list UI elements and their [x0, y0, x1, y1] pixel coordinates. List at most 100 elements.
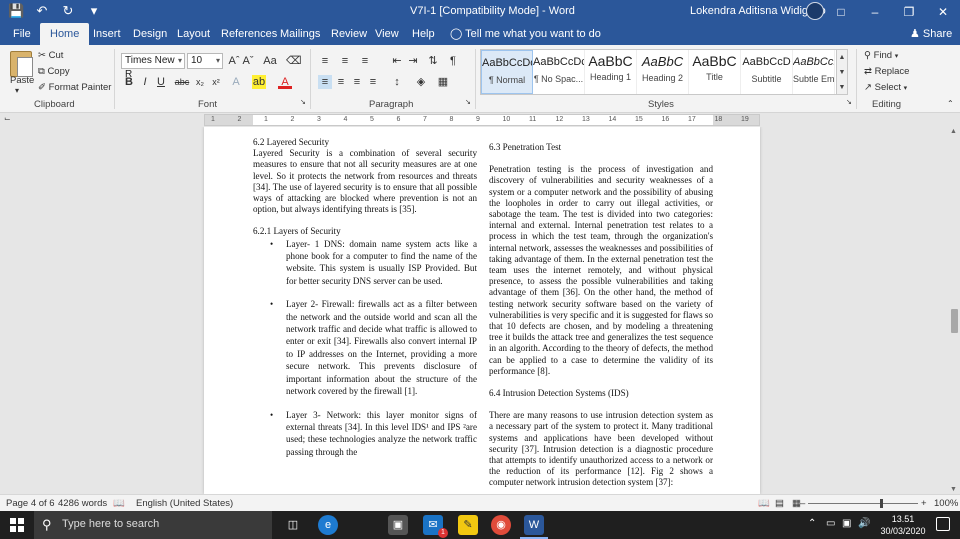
paste-button[interactable]: Paste — [10, 75, 34, 86]
print-layout-icon[interactable]: ▤ — [775, 498, 784, 509]
zoom-slider-knob[interactable] — [880, 499, 883, 508]
style-no-spacing[interactable]: AaBbCcDc ¶ No Spac... — [533, 50, 585, 94]
customize-icon[interactable]: ▾ — [86, 3, 102, 19]
tab-view[interactable]: View — [375, 23, 399, 45]
font-dialog-launcher-icon[interactable]: ↘ — [300, 98, 306, 106]
list-item[interactable]: Layer 3- Network: this layer monitor sig… — [253, 409, 477, 459]
paragraph[interactable]: There are many reasons to use intrusion … — [489, 410, 713, 488]
copy-button[interactable]: ⧉ Copy — [38, 66, 70, 77]
scroll-down-icon[interactable]: ▼ — [950, 486, 957, 493]
sticky-notes-icon[interactable]: ✎ — [458, 515, 478, 535]
styles-scroll[interactable]: ▲ ▼ ▼ — [836, 49, 848, 95]
tab-help[interactable]: Help — [412, 23, 435, 45]
tab-layout[interactable]: Layout — [177, 23, 210, 45]
text-effects-icon[interactable]: A — [229, 75, 243, 89]
tab-mailings[interactable]: Mailings — [280, 23, 320, 45]
page-count[interactable]: Page 4 of 6 — [6, 498, 55, 509]
tell-me-box[interactable]: ◯ Tell me what you want to do — [450, 23, 601, 45]
paragraph[interactable]: Layered Security is a combination of sev… — [253, 148, 477, 215]
format-painter-button[interactable]: ✐ Format Painter — [38, 82, 111, 93]
scroll-thumb[interactable] — [951, 309, 958, 333]
undo-icon[interactable]: ↶ — [34, 3, 50, 19]
multilevel-list-icon[interactable]: ≡ — [358, 54, 372, 68]
zoom-out-icon[interactable]: – — [800, 498, 805, 509]
section-heading[interactable]: 6.4 Intrusion Detection Systems (IDS) — [489, 388, 713, 399]
show-hidden-icons[interactable]: ⌃ — [808, 518, 816, 529]
system-clock[interactable]: 13.51 30/03/2020 — [880, 513, 926, 537]
tab-references[interactable]: References — [221, 23, 277, 45]
scroll-up-icon[interactable]: ▲ — [950, 128, 957, 135]
proofing-icon[interactable]: 📖 — [113, 498, 125, 509]
align-center-icon[interactable]: ≡ — [334, 75, 348, 89]
style-subtle-emphasis[interactable]: AaBbCcDc Subtle Em... — [793, 50, 835, 94]
strikethrough-icon[interactable]: abc — [173, 75, 191, 89]
tab-selector-icon[interactable]: ⌙ — [4, 114, 14, 124]
horizontal-ruler[interactable]: 1 2 1 2 3 4 5 6 7 8 9 10 11 12 13 14 15 16 17 18 19 — [204, 114, 760, 126]
style-heading-2[interactable]: AaBbC Heading 2 — [637, 50, 689, 94]
tab-file[interactable]: File — [13, 23, 31, 45]
find-button[interactable]: ⚲ Find ▾ — [864, 50, 898, 61]
superscript-icon[interactable]: x² — [209, 75, 223, 89]
underline-icon[interactable]: U — [154, 75, 168, 89]
word-icon[interactable]: W — [520, 515, 548, 539]
section-heading[interactable]: 6.2.1 Layers of Security — [253, 226, 477, 237]
tab-review[interactable]: Review — [331, 23, 367, 45]
section-heading[interactable]: 6.2 Layered Security — [253, 137, 477, 148]
paste-dropdown-icon[interactable]: ▾ — [15, 86, 19, 95]
bold-icon[interactable]: B — [122, 75, 136, 89]
list-item[interactable]: Layer- 1 DNS: domain name system acts li… — [253, 238, 477, 288]
word-count[interactable]: 4286 words — [58, 498, 107, 509]
zoom-slider[interactable] — [808, 503, 918, 504]
font-family-select[interactable]: Times New R ▾ — [121, 53, 185, 80]
shading-icon[interactable]: ◈ — [414, 75, 428, 89]
highlight-icon[interactable]: ab — [252, 75, 266, 89]
style-heading-1[interactable]: AaBbC Heading 1 — [585, 50, 637, 94]
zoom-in-icon[interactable]: + — [921, 498, 927, 509]
select-button[interactable]: ↗ Select ▾ — [864, 82, 907, 93]
vertical-scrollbar[interactable]: ▲ ▼ — [948, 127, 960, 494]
restore-icon[interactable]: ❐ — [892, 0, 926, 23]
windows-start-icon[interactable] — [10, 518, 24, 532]
clear-formatting-icon[interactable]: ⌫ — [286, 54, 302, 68]
bullets-icon[interactable]: ≡ — [318, 54, 332, 68]
network-icon[interactable]: ▣ — [842, 518, 851, 529]
style-normal[interactable]: AaBbCcDc ¶ Normal — [481, 50, 533, 94]
ribbon-display-icon[interactable]: □ — [824, 0, 858, 23]
decrease-indent-icon[interactable]: ⇤ — [390, 54, 404, 68]
chrome-icon[interactable]: ◉ — [491, 515, 511, 535]
style-subtitle[interactable]: AaBbCcD Subtitle — [741, 50, 793, 94]
collapse-ribbon-icon[interactable]: ⌃ — [947, 99, 954, 108]
sort-icon[interactable]: ⇅ — [426, 54, 440, 68]
more-icon[interactable]: ▼ — [837, 80, 847, 95]
chevron-up-icon[interactable]: ▲ — [837, 50, 847, 65]
paragraph[interactable]: Penetration testing is the process of in… — [489, 164, 713, 377]
taskbar-search[interactable]: ⚲ Type here to search — [34, 511, 272, 539]
style-title[interactable]: AaBbC Title — [689, 50, 741, 94]
save-icon[interactable]: 💾 — [8, 3, 24, 19]
avatar[interactable] — [806, 2, 824, 20]
align-right-icon[interactable]: ≡ — [350, 75, 364, 89]
mail-icon[interactable]: ✉ 1 — [423, 515, 448, 538]
grow-font-icon[interactable]: Aˆ — [227, 54, 241, 68]
show-formatting-icon[interactable]: ¶ — [446, 54, 460, 68]
paragraph-dialog-launcher-icon[interactable]: ↘ — [465, 98, 471, 106]
redo-icon[interactable]: ↻ — [60, 3, 76, 19]
font-size-select[interactable]: 10 ▾ — [187, 53, 223, 69]
tab-home[interactable]: Home — [40, 23, 90, 45]
battery-icon[interactable]: ▭ — [826, 518, 835, 529]
justify-icon[interactable]: ≡ — [366, 75, 380, 89]
section-heading[interactable]: 6.3 Penetration Test — [489, 142, 713, 153]
chevron-down-icon[interactable]: ▼ — [837, 65, 847, 80]
close-icon[interactable]: ✕ — [926, 0, 960, 23]
font-color-icon[interactable]: A — [278, 75, 292, 89]
read-mode-icon[interactable]: 📖 — [758, 498, 770, 509]
edge-icon[interactable]: e — [318, 515, 338, 535]
increase-indent-icon[interactable]: ⇥ — [406, 54, 420, 68]
numbering-icon[interactable]: ≡ — [338, 54, 352, 68]
minimize-icon[interactable]: – — [858, 0, 892, 23]
zoom-level[interactable]: 100% — [934, 498, 958, 509]
styles-dialog-launcher-icon[interactable]: ↘ — [846, 98, 852, 106]
align-left-icon[interactable]: ≡ — [318, 75, 332, 89]
tab-insert[interactable]: Insert — [93, 23, 121, 45]
task-view-icon[interactable]: ◫ — [283, 515, 303, 535]
